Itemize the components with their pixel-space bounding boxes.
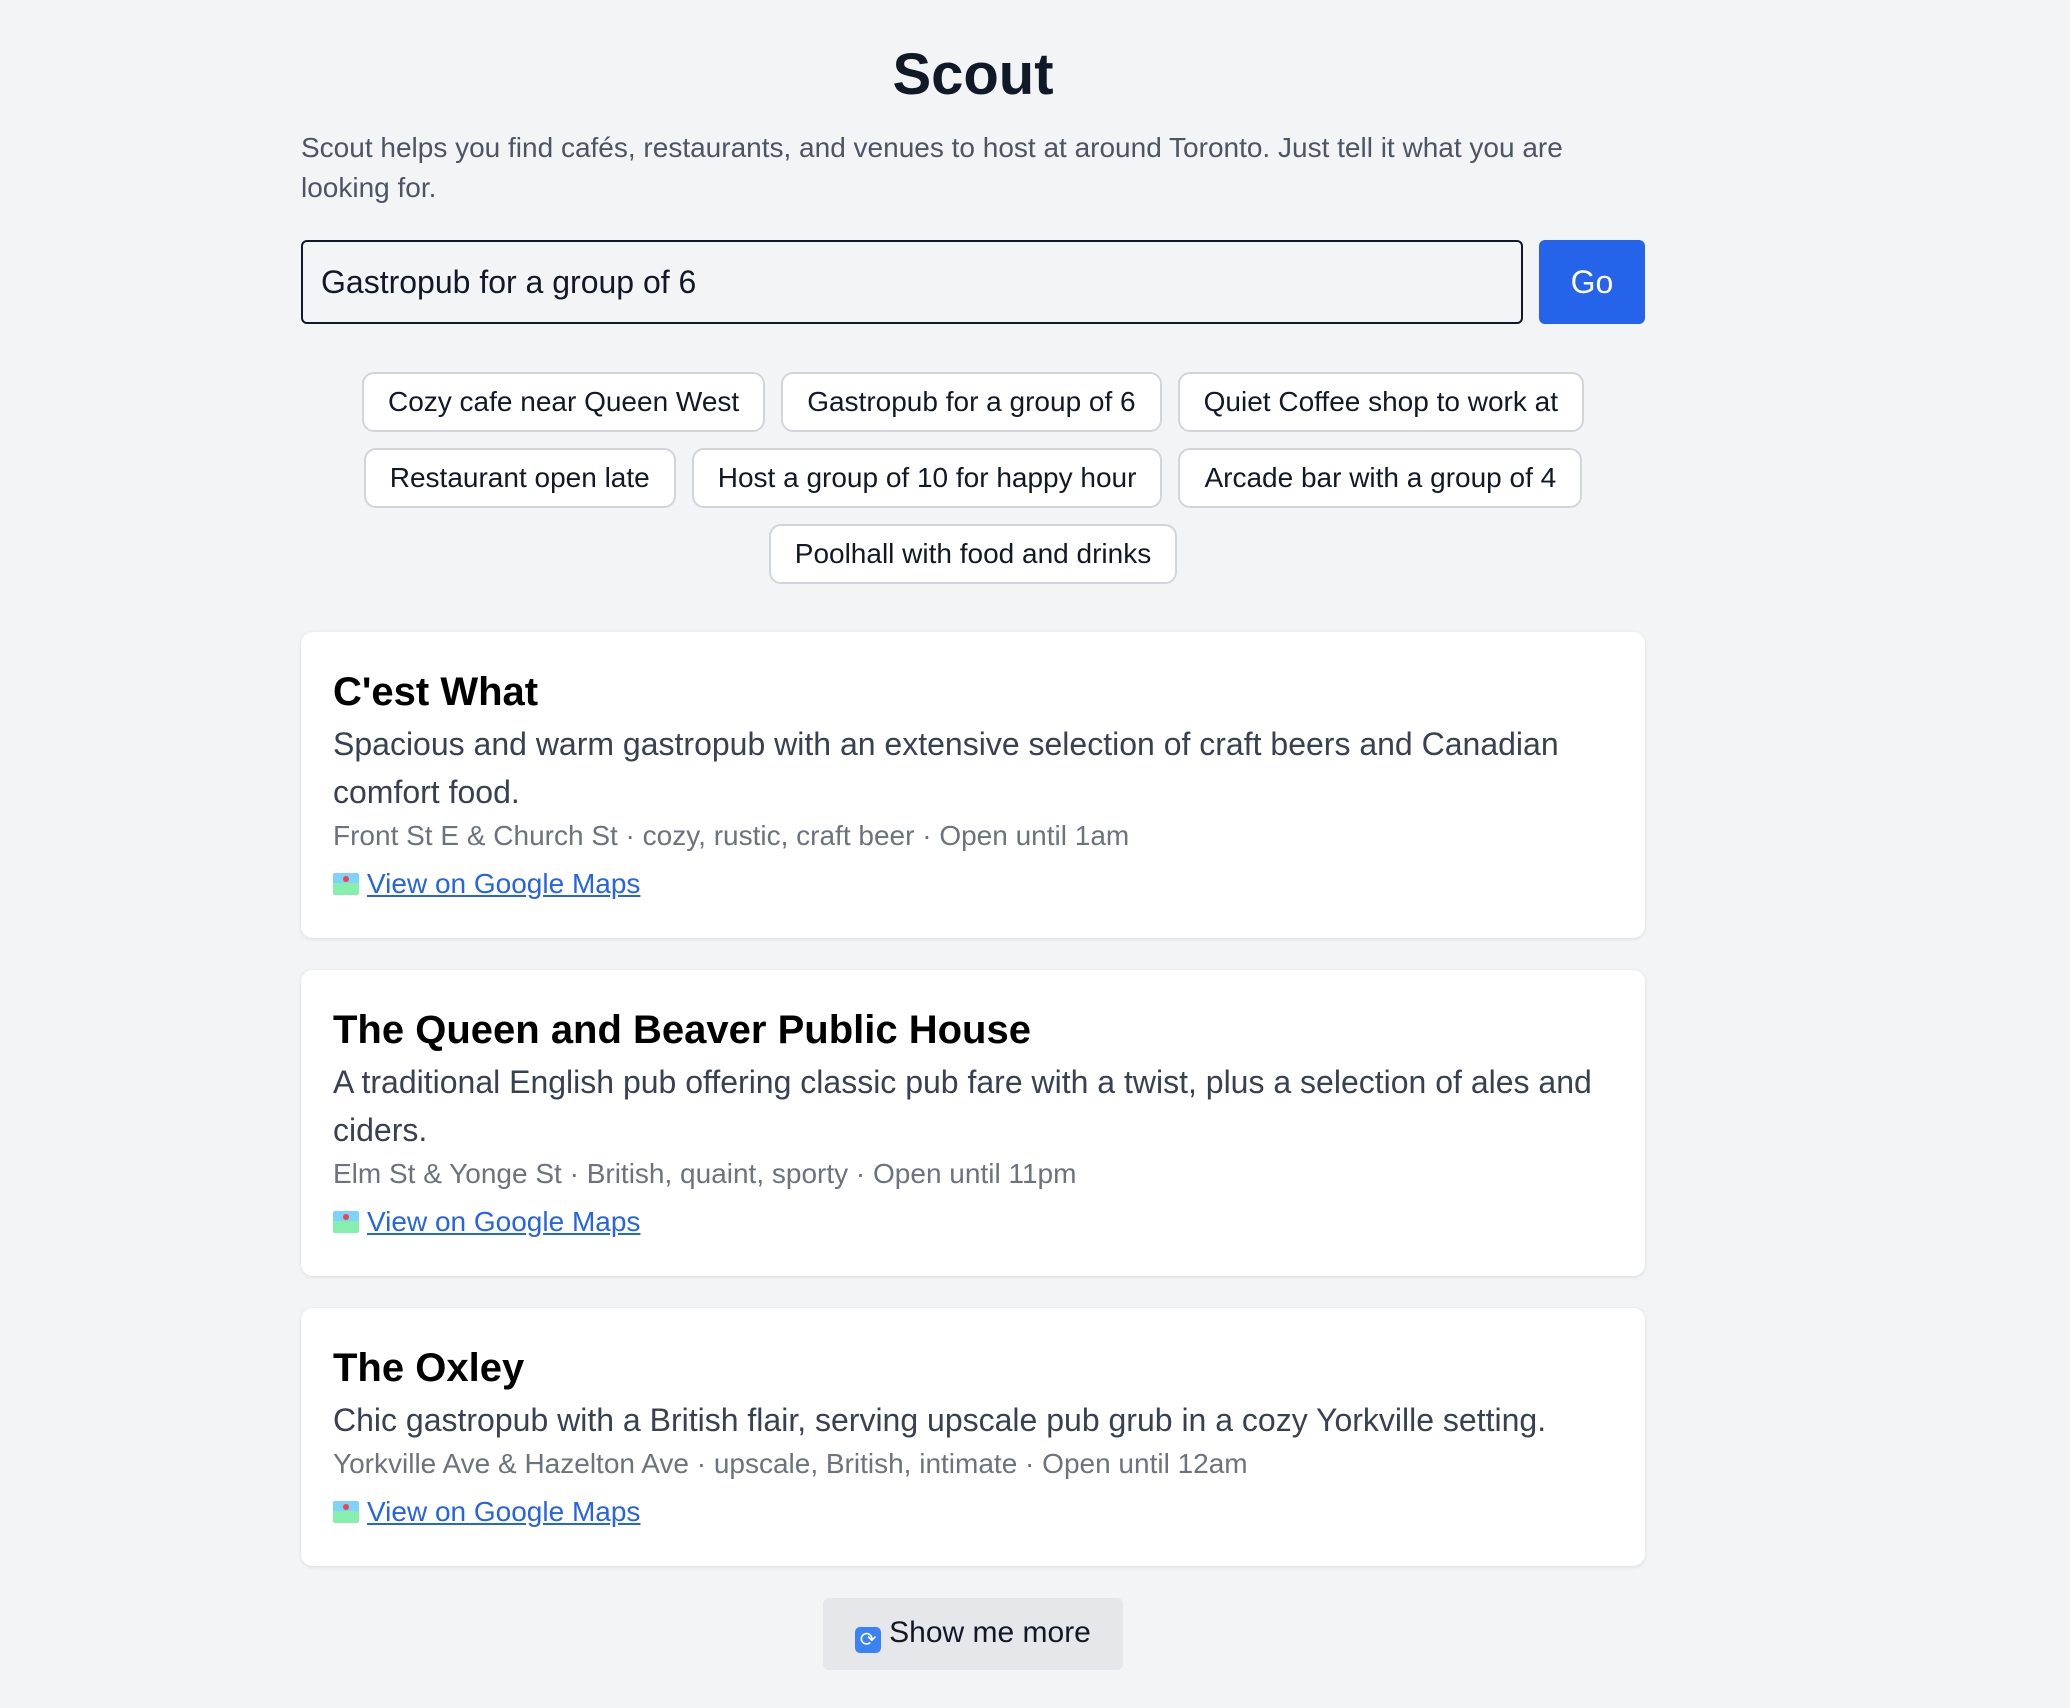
venue-name: C'est What [333,670,539,714]
google-maps-link[interactable]: View on Google Maps [333,864,640,904]
venue-name: The Queen and Beaver Public House [333,1008,1031,1052]
show-more-label: Show me more [889,1615,1091,1649]
results-list: C'est What Spacious and warm gastropub w… [301,632,1645,1566]
page-subtitle: Scout helps you find cafés, restaurants,… [301,132,1563,203]
venue-meta: Yorkville Ave & Hazelton Ave · upscale, … [333,1448,1248,1479]
map-icon [333,873,359,895]
suggestion-chip[interactable]: Gastropub for a group of 6 [781,372,1162,432]
go-button[interactable]: Go [1539,240,1645,324]
suggestion-chip[interactable]: Restaurant open late [363,448,676,508]
map-icon [333,1501,359,1523]
suggestion-chip[interactable]: Quiet Coffee shop to work at [1177,372,1584,432]
venue-description: A traditional English pub offering class… [333,1064,1592,1148]
refresh-icon: ⟳ [855,1626,882,1653]
search-input[interactable] [301,240,1523,324]
result-card: The Oxley Chic gastropub with a British … [301,1308,1645,1566]
show-more-wrap: ⟳ Show me more [301,1598,1645,1670]
google-maps-link[interactable]: View on Google Maps [333,1492,640,1532]
venue-description: Chic gastropub with a British flair, ser… [333,1402,1547,1438]
result-card: C'est What Spacious and warm gastropub w… [301,632,1645,938]
suggestion-chip[interactable]: Cozy cafe near Queen West [361,372,766,432]
suggestion-chip[interactable]: Host a group of 10 for happy hour [691,448,1163,508]
google-maps-link[interactable]: View on Google Maps [333,1202,640,1242]
page-title: Scout [892,42,1054,107]
google-maps-link-label: View on Google Maps [367,1496,641,1527]
suggestion-chips: Cozy cafe near Queen West Gastropub for … [301,372,1645,584]
result-card: The Queen and Beaver Public House A trad… [301,970,1645,1276]
app-container: Scout Scout helps you find cafés, restau… [301,0,1645,1670]
show-more-button[interactable]: ⟳ Show me more [823,1598,1123,1670]
suggestion-chip[interactable]: Arcade bar with a group of 4 [1178,448,1583,508]
venue-meta: Front St E & Church St · cozy, rustic, c… [333,820,1130,851]
google-maps-link-label: View on Google Maps [367,1206,641,1237]
google-maps-link-label: View on Google Maps [367,868,641,899]
map-icon [333,1211,359,1233]
venue-description: Spacious and warm gastropub with an exte… [333,726,1559,810]
search-bar: Go [301,240,1645,324]
venue-meta: Elm St & Yonge St · British, quaint, spo… [333,1158,1077,1189]
suggestion-chip[interactable]: Poolhall with food and drinks [768,524,1178,584]
venue-name: The Oxley [333,1346,525,1390]
